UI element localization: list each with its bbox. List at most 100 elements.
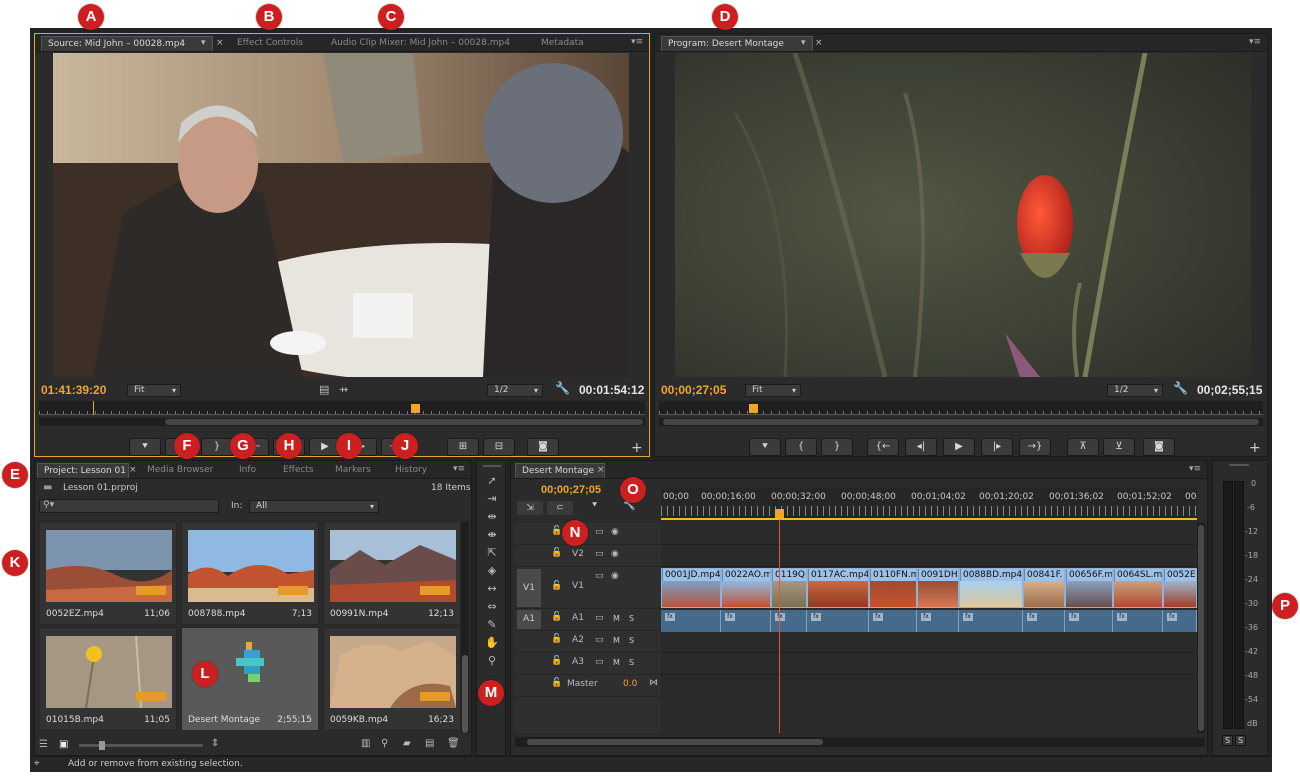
- list-item[interactable]: 0052EZ.mp4 11;06: [39, 521, 177, 625]
- source-time-ruler[interactable]: [39, 401, 645, 415]
- mute-track-button[interactable]: M: [613, 636, 620, 645]
- source-patch-v1[interactable]: V1: [517, 569, 541, 607]
- video-clip[interactable]: 0117AC.mp4: [807, 568, 869, 608]
- source-zoom-select[interactable]: Fit: [127, 384, 181, 397]
- source-current-timecode[interactable]: 01:41:39:20: [41, 383, 106, 397]
- source-tab-close-icon[interactable]: ×: [216, 36, 224, 51]
- trash-icon[interactable]: 🗑: [447, 738, 460, 749]
- source-playhead-icon[interactable]: [411, 404, 420, 413]
- project-panel-menu-icon[interactable]: ▾≡: [453, 464, 465, 474]
- solo-track-button[interactable]: S: [629, 636, 634, 645]
- program-play-button[interactable]: ▶: [943, 438, 975, 456]
- program-go-to-in-button[interactable]: {←: [867, 438, 899, 456]
- solo-left-button[interactable]: S: [1222, 735, 1233, 746]
- program-video-frame[interactable]: [675, 53, 1251, 377]
- video-clip[interactable]: 00656F.mp4: [1065, 568, 1113, 608]
- tab-markers[interactable]: Markers: [329, 463, 377, 478]
- track-select-tool-icon[interactable]: ⇥: [483, 491, 501, 507]
- toggle-sync-lock-icon[interactable]: ▭: [595, 613, 604, 623]
- toggle-sync-lock-icon[interactable]: ▭: [595, 635, 604, 645]
- toggle-track-output-icon[interactable]: ◉: [611, 571, 619, 581]
- video-clip[interactable]: 0022AO.mp4: [721, 568, 771, 608]
- master-volume-value[interactable]: 0.0: [623, 679, 637, 689]
- new-bin-icon[interactable]: ▰: [403, 738, 411, 749]
- list-item[interactable]: 008788.mp4 7;13: [181, 521, 319, 625]
- source-patch-a1[interactable]: A1: [517, 610, 541, 629]
- mute-track-button[interactable]: M: [613, 614, 620, 623]
- toggle-track-output-icon[interactable]: ◉: [611, 549, 619, 559]
- source-button-editor-plus-icon[interactable]: +: [631, 440, 643, 456]
- tab-source[interactable]: Source: Mid John – 00028.mp4: [41, 36, 213, 51]
- lock-icon[interactable]: 🔓: [551, 548, 562, 558]
- program-panel-menu-icon[interactable]: ▾≡: [1249, 37, 1261, 47]
- audio-clip[interactable]: fx: [807, 610, 869, 632]
- add-marker-icon[interactable]: ⯆: [591, 501, 598, 511]
- source-tab-menu-icon[interactable]: ▾: [201, 36, 206, 51]
- audio-clip[interactable]: fx: [1065, 610, 1113, 632]
- tab-effect-controls[interactable]: Effect Controls: [231, 36, 309, 51]
- lock-icon[interactable]: 🔓: [551, 526, 562, 536]
- audio-clip[interactable]: fx: [917, 610, 959, 632]
- tab-sequence[interactable]: Desert Montage: [515, 463, 605, 478]
- timeline-timecode[interactable]: 00;00;27;05: [541, 484, 601, 496]
- audio-clip[interactable]: fx: [661, 610, 721, 632]
- video-clip[interactable]: 0119Q: [771, 568, 807, 608]
- tab-program[interactable]: Program: Desert Montage: [661, 36, 813, 51]
- list-item[interactable]: 0059KB.mp4 16;23: [323, 627, 461, 731]
- program-current-timecode[interactable]: 00;00;27;05: [661, 383, 726, 397]
- new-item-icon[interactable]: ▤: [425, 738, 434, 749]
- program-button-editor-plus-icon[interactable]: +: [1249, 440, 1261, 456]
- video-clip[interactable]: 0110FN.mp4: [869, 568, 917, 608]
- program-zoom-scrollbar[interactable]: [659, 418, 1263, 426]
- rolling-edit-tool-icon[interactable]: ⇼: [483, 527, 501, 543]
- tab-metadata[interactable]: Metadata: [535, 36, 590, 51]
- mark-out-button[interactable]: }: [201, 438, 233, 456]
- toggle-sync-lock-icon[interactable]: ▭: [595, 549, 604, 559]
- audio-clip[interactable]: fx: [1163, 610, 1197, 632]
- source-settings-wrench-icon[interactable]: 🔧: [555, 381, 570, 395]
- track-content-area[interactable]: 0001JD.mp4 0022AO.mp4 0119Q 0117AC.mp4 0…: [661, 519, 1197, 733]
- source-video-frame[interactable]: [53, 53, 629, 377]
- sequence-tab-close-icon[interactable]: ×: [597, 463, 605, 478]
- tab-info[interactable]: Info: [233, 463, 262, 478]
- toggle-sync-lock-icon[interactable]: ▭: [595, 571, 604, 581]
- project-search-input[interactable]: ⚲▾: [39, 499, 219, 513]
- nest-toggle-icon[interactable]: ⇲: [517, 501, 543, 515]
- program-playhead-icon[interactable]: [749, 404, 758, 413]
- video-clip[interactable]: 0001JD.mp4: [661, 568, 721, 608]
- mute-track-button[interactable]: M: [613, 658, 620, 667]
- tab-project[interactable]: Project: Lesson 01: [37, 463, 129, 478]
- pen-tool-icon[interactable]: ✎: [483, 617, 501, 633]
- audio-clip[interactable]: fx: [1113, 610, 1163, 632]
- go-to-end-icon[interactable]: ⋈: [649, 678, 658, 688]
- solo-track-button[interactable]: S: [629, 658, 634, 667]
- rate-stretch-tool-icon[interactable]: ⇱: [483, 545, 501, 561]
- lock-icon[interactable]: 🔓: [551, 612, 562, 622]
- audio-clip[interactable]: fx: [1023, 610, 1065, 632]
- audio-clip[interactable]: fx: [869, 610, 917, 632]
- solo-track-button[interactable]: S: [629, 614, 634, 623]
- tab-effects[interactable]: Effects: [277, 463, 320, 478]
- timeline-horizontal-scrollbar[interactable]: [515, 737, 1205, 747]
- audio-clip[interactable]: fx: [771, 610, 807, 632]
- list-view-icon[interactable]: ☰: [39, 739, 48, 750]
- icon-view-icon[interactable]: ▣: [59, 739, 68, 750]
- lift-button[interactable]: ⊼: [1067, 438, 1099, 456]
- timeline-playhead-icon[interactable]: [775, 509, 784, 518]
- program-go-to-out-button[interactable]: →}: [1019, 438, 1051, 456]
- selection-tool-icon[interactable]: ➚: [483, 473, 501, 489]
- toggle-track-output-icon[interactable]: ◉: [611, 527, 619, 537]
- snap-icon[interactable]: ⊂: [547, 501, 573, 515]
- list-item[interactable]: 00991N.mp4 12;13: [323, 521, 461, 625]
- lock-icon[interactable]: 🔓: [551, 678, 562, 688]
- drag-audio-icon[interactable]: ⇸: [339, 383, 348, 396]
- video-clip[interactable]: 0088BD.mp4: [959, 568, 1023, 608]
- automate-to-sequence-icon[interactable]: ▥: [361, 738, 370, 749]
- find-icon[interactable]: ⚲: [381, 738, 388, 749]
- solo-right-button[interactable]: S: [1235, 735, 1246, 746]
- zoom-tool-icon[interactable]: ⚲: [483, 653, 501, 669]
- timeline-playhead-line[interactable]: [779, 519, 780, 733]
- timeline-panel-menu-icon[interactable]: ▾≡: [1189, 464, 1201, 474]
- program-step-forward-button[interactable]: |▸: [981, 438, 1013, 456]
- program-step-back-button[interactable]: ◂|: [905, 438, 937, 456]
